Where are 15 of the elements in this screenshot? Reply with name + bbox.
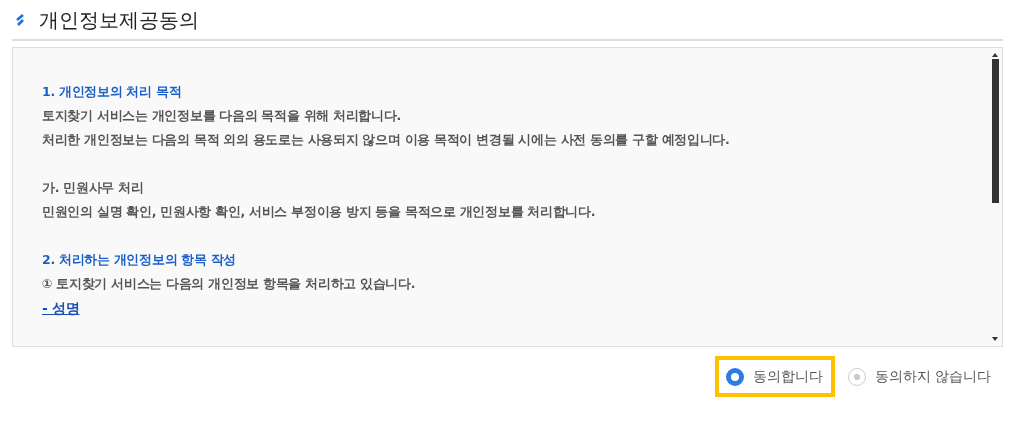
- scrollbar-thumb[interactable]: [992, 59, 999, 203]
- item-link[interactable]: - 성명: [42, 296, 80, 320]
- radio-option[interactable]: 동의하지 않습니다: [836, 356, 1003, 397]
- radio-option[interactable]: 동의합니다: [714, 356, 835, 397]
- scroll-down-icon[interactable]: [992, 337, 998, 341]
- subsection-heading: 가. 민원사무 처리: [42, 179, 145, 197]
- terms-text: ① 토지찾기 서비스는 다음의 개인정보 항목을 처리하고 있습니다.: [42, 275, 417, 293]
- section-title: 개인정보제공동의: [39, 7, 199, 32]
- section-heading: 2. 처리하는 개인정보의 항목 작성: [42, 251, 238, 269]
- title-icon: [15, 13, 25, 26]
- terms-text: 민원인의 실명 확인, 민원사항 확인, 서비스 부정이용 방지 등을 목적으로 개인정보를 처리합니다.: [42, 203, 597, 221]
- scroll-up-icon[interactable]: [992, 53, 998, 57]
- terms-text: 토지찾기 서비스는 개인정보를 다음의 목적을 위해 처리합니다.: [42, 107, 402, 125]
- terms-text: 처리한 개인정보는 다음의 목적 외의 용도로는 사용되지 않으며 이용 목적이 변경될 시에는 사전 동의를 구할 예정입니다.: [42, 131, 731, 149]
- section-heading: 1. 개인정보의 처리 목적: [42, 83, 183, 101]
